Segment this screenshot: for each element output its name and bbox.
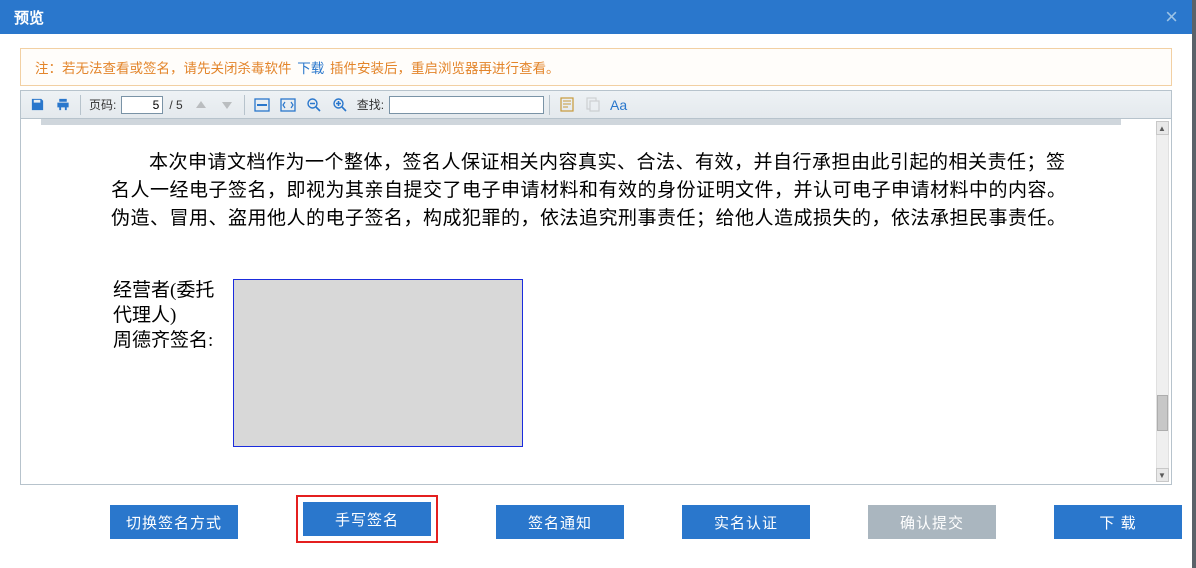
document-paragraph: 本次申请文档作为一个整体，签名人保证相关内容真实、合法、有效，并自行承担由此引起…: [111, 149, 1081, 233]
download-plugin-link[interactable]: 下载: [297, 61, 324, 76]
viewer-toolbar: 页码: / 5 查找:: [21, 91, 1171, 119]
fit-width-icon[interactable]: [250, 94, 274, 116]
download-button[interactable]: 下 载: [1054, 505, 1182, 539]
scroll-thumb[interactable]: [1157, 395, 1168, 431]
fit-page-icon[interactable]: [276, 94, 300, 116]
notice-prefix: 注：若无法查看或签名，请先关闭杀毒软件: [35, 61, 292, 76]
highlight-box: 手写签名: [296, 495, 438, 543]
page-label: 页码:: [86, 96, 119, 113]
action-button-bar: 切换签名方式 手写签名 签名通知 实名认证 确认提交 下 载: [0, 485, 1192, 545]
document-area: 本次申请文档作为一个整体，签名人保证相关内容真实、合法、有效，并自行承担由此引起…: [21, 119, 1171, 484]
scroll-down-icon[interactable]: ▼: [1156, 468, 1169, 482]
search-label: 查找:: [354, 96, 387, 113]
prev-page-icon: [189, 94, 213, 116]
confirm-submit-button: 确认提交: [868, 505, 996, 539]
handwrite-sign-button[interactable]: 手写签名: [303, 502, 431, 536]
scroll-up-icon[interactable]: ▲: [1156, 121, 1169, 135]
real-name-auth-button[interactable]: 实名认证: [682, 505, 810, 539]
text-select-icon[interactable]: [555, 94, 579, 116]
print-icon[interactable]: [51, 94, 75, 116]
zoom-out-icon[interactable]: [302, 94, 326, 116]
notice-bar: 注：若无法查看或签名，请先关闭杀毒软件 下载 插件安装后，重启浏览器再进行查看。: [20, 48, 1172, 86]
modal-header: 预览 ×: [0, 0, 1192, 34]
switch-sign-mode-button[interactable]: 切换签名方式: [110, 505, 238, 539]
next-page-icon: [215, 94, 239, 116]
document-viewer: 页码: / 5 查找:: [20, 90, 1172, 485]
copy-icon: [581, 94, 605, 116]
signature-label: 经营者(委托 代理人) 周德齐签名:: [113, 279, 233, 447]
close-icon[interactable]: ×: [1165, 6, 1178, 28]
scrollbar[interactable]: ▲ ▼: [1155, 121, 1169, 482]
page-total: / 5: [165, 98, 186, 112]
signature-box[interactable]: [233, 279, 523, 447]
sign-notice-button[interactable]: 签名通知: [496, 505, 624, 539]
save-icon[interactable]: [25, 94, 49, 116]
page-input[interactable]: [121, 96, 163, 114]
scroll-track[interactable]: [1156, 135, 1169, 468]
modal-title: 预览: [14, 7, 44, 28]
search-input[interactable]: [389, 96, 544, 114]
text-size-icon[interactable]: Aa: [607, 97, 630, 113]
zoom-in-icon[interactable]: [328, 94, 352, 116]
notice-suffix: 插件安装后，重启浏览器再进行查看。: [330, 61, 560, 76]
